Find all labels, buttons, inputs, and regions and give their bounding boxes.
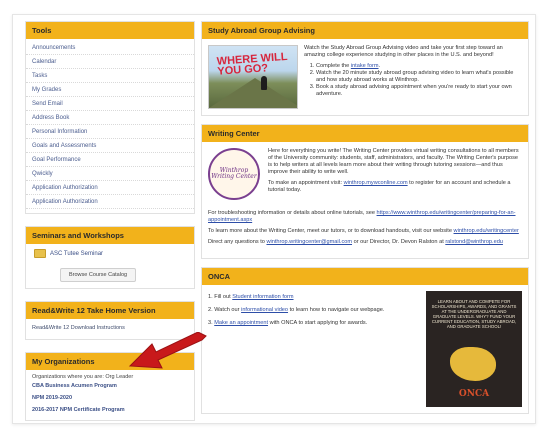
map-graphic	[450, 347, 496, 381]
seminars-panel: Seminars and Workshops ASC Tutee Seminar…	[25, 226, 195, 289]
thumbnail-caption: WHERE WILL YOU GO?	[216, 50, 288, 78]
organization-item[interactable]: CBA Business Acumen Program	[32, 380, 188, 392]
tools-panel: Tools Announcements Calendar Tasks My Gr…	[25, 21, 195, 214]
study-abroad-video-thumbnail[interactable]: WHERE WILL YOU GO?	[208, 45, 298, 109]
tool-item-announcements[interactable]: Announcements	[26, 41, 194, 55]
writing-center-learn-more: To learn more about the Writing Center, …	[208, 228, 519, 234]
writing-center-panel: Writing Center Winthrop Writing Center H…	[201, 124, 529, 259]
tools-panel-title: Tools	[26, 22, 194, 39]
onca-step: 2. Watch our informational video to lear…	[208, 307, 385, 313]
onca-poster: LEARN ABOUT AND COMPETE FOR SCHOLARSHIPS…	[426, 291, 522, 407]
seminar-item-label: ASC Tutee Seminar	[50, 250, 104, 257]
tools-list: Announcements Calendar Tasks My Grades S…	[26, 39, 194, 213]
writing-center-intro-block: Here for everything you write! The Writi…	[268, 148, 522, 200]
onca-panel: ONCA 1. Fill out Student information for…	[201, 267, 529, 414]
tool-item-goals-assessments[interactable]: Goals and Assessments	[26, 139, 194, 153]
onca-step: 1. Fill out Student information form	[208, 294, 294, 300]
tool-item-address-book[interactable]: Address Book	[26, 111, 194, 125]
tool-item-goal-performance[interactable]: Goal Performance	[26, 153, 194, 167]
student-information-form-link[interactable]: Student information form	[232, 294, 293, 300]
writing-center-tutorials: For troubleshooting information or detai…	[208, 210, 516, 223]
mountain-shape	[209, 78, 297, 108]
tool-item-application-authorization[interactable]: Application Authorization	[26, 181, 194, 195]
red-arrow-icon	[128, 332, 207, 369]
onca-step: 3. Make an appointment with ONCA to star…	[208, 320, 368, 326]
study-abroad-intro: Watch the Study Abroad Group Advising vi…	[304, 45, 503, 58]
writing-center-appointment: To make an appointment visit: winthrop.m…	[268, 180, 511, 193]
wconline-link[interactable]: winthrop.mywconline.com	[344, 180, 408, 186]
onca-poster-text: LEARN ABOUT AND COMPETE FOR SCHOLARSHIPS…	[431, 299, 517, 329]
folder-icon	[34, 249, 46, 258]
study-abroad-panel: Study Abroad Group Advising WHERE WILL Y…	[201, 21, 529, 116]
writing-center-logo-text: Winthrop Writing Center	[211, 167, 257, 180]
study-step: Book a study abroad advising appointment…	[316, 84, 522, 98]
tool-item-personal-information[interactable]: Personal Information	[26, 125, 194, 139]
browse-course-catalog-button[interactable]: Browse Course Catalog	[60, 268, 137, 282]
study-step: Watch the 20 minute study abroad group a…	[316, 70, 522, 84]
writing-center-panel-title: Writing Center	[202, 125, 528, 142]
seminar-item[interactable]: ASC Tutee Seminar	[26, 244, 194, 263]
tool-item-calendar[interactable]: Calendar	[26, 55, 194, 69]
informational-video-link[interactable]: informational video	[241, 307, 288, 313]
study-step: Complete the intake form.	[316, 63, 522, 70]
writing-center-website-link[interactable]: winthrop.edu/writingcenter	[454, 228, 519, 234]
organization-item[interactable]: NPM 2019-2020	[32, 392, 188, 404]
readwrite-panel-title: Read&Write 12 Take Home Version	[26, 302, 194, 319]
tool-item-qwickly[interactable]: Qwickly	[26, 167, 194, 181]
seminars-panel-title: Seminars and Workshops	[26, 227, 194, 244]
onca-steps: 1. Fill out Student information form 2. …	[208, 291, 420, 407]
organization-item[interactable]: 2016-2017 NPM Certificate Program	[32, 404, 188, 416]
hiker-figure	[261, 76, 267, 90]
tool-item-send-email[interactable]: Send Email	[26, 97, 194, 111]
blackboard-page: Tools Announcements Calendar Tasks My Gr…	[12, 14, 536, 424]
study-abroad-text: Watch the Study Abroad Group Advising vi…	[304, 45, 522, 109]
study-abroad-steps: Complete the intake form. Watch the 20 m…	[304, 63, 522, 98]
study-abroad-panel-title: Study Abroad Group Advising	[202, 22, 528, 39]
writing-center-email-link[interactable]: winthrop.writingcenter@gmail.com	[266, 239, 352, 245]
writing-center-intro: Here for everything you write! The Writi…	[268, 148, 519, 175]
writing-center-logo: Winthrop Writing Center	[208, 148, 260, 200]
right-column: Study Abroad Group Advising WHERE WILL Y…	[201, 21, 529, 422]
writing-center-contact: Direct any questions to winthrop.writing…	[208, 239, 503, 245]
onca-poster-logo: ONCA	[458, 389, 490, 399]
director-email-link[interactable]: ralstond@winthrop.edu	[445, 239, 503, 245]
intake-form-link[interactable]: intake form	[351, 63, 379, 69]
readwrite-download-link[interactable]: Read&Write 12 Download Instructions	[32, 325, 125, 331]
onca-panel-title: ONCA	[202, 268, 528, 285]
tool-item-my-grades[interactable]: My Grades	[26, 83, 194, 97]
writing-center-details: For troubleshooting information or detai…	[202, 210, 528, 258]
tool-item-tasks[interactable]: Tasks	[26, 69, 194, 83]
make-appointment-link[interactable]: Make an appointment	[214, 320, 268, 326]
tool-item-application-authorization-2[interactable]: Application Authorization	[26, 195, 194, 209]
